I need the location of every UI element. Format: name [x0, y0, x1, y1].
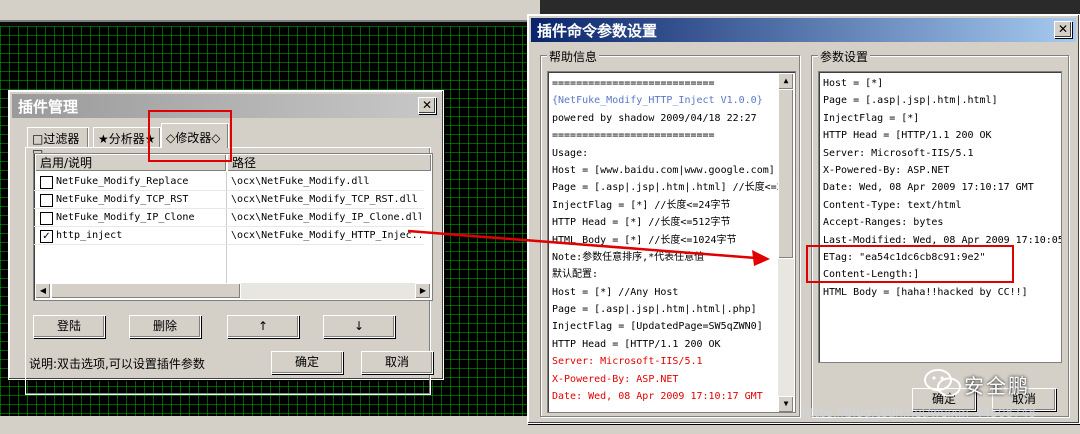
- param-line: HTTP Head = [HTTP/1.1 200 OK: [823, 130, 992, 142]
- help-line: InjectFlag = [UpdatedPage=SW5qZWN0]: [552, 321, 763, 333]
- hint-text: 说明:双击选项,可以设置插件参数: [29, 357, 205, 371]
- plugin-name: NetFuke_Modify_Replace: [56, 176, 189, 187]
- move-up-button[interactable]: ↑: [227, 315, 299, 338]
- cancel-button[interactable]: 取消: [361, 351, 433, 374]
- horizontal-scrollbar[interactable]: ◀ ▶: [35, 283, 431, 299]
- help-line: Server: Microsoft-IIS/5.1: [552, 356, 703, 368]
- help-line: Host = [www.baidu.com|www.google.com] //…: [552, 164, 796, 176]
- help-text-area[interactable]: =========================== {NetFuke_Mod…: [547, 71, 796, 413]
- help-line: {NetFuke_Modify_HTTP_Inject V1.0.0}: [552, 95, 763, 107]
- plugin-list[interactable]: 启用/说明 路径 NetFuke_Modify_Replace \ocx\Net…: [33, 153, 433, 301]
- close-button[interactable]: ✕: [418, 97, 436, 114]
- scroll-left-icon[interactable]: ◀: [35, 283, 51, 299]
- params-titlebar[interactable]: 插件命令参数设置 ✕: [531, 18, 1076, 42]
- help-line: Date: Wed, 08 Apr 2009 17:10:17 GMT: [552, 391, 763, 403]
- help-line: Note:参数任意排序,*代表任意值: [552, 251, 705, 263]
- plugin-row[interactable]: NetFuke_Modify_TCP_RST \ocx\NetFuke_Modi…: [34, 191, 424, 209]
- help-line: HTTP Head = [*] //长度<=512字节: [552, 217, 731, 229]
- help-line: X-Powered-By: ASP.NET: [552, 373, 679, 385]
- help-line: ===========================: [552, 78, 715, 89]
- help-line: Usage:: [552, 147, 589, 159]
- param-line: X-Powered-By: ASP.NET: [823, 164, 950, 176]
- plugin-params-window: 插件命令参数设置 ✕ 帮助信息 ========================…: [527, 14, 1080, 424]
- scroll-right-icon[interactable]: ▶: [415, 283, 431, 299]
- move-down-button[interactable]: ↓: [323, 315, 395, 338]
- scroll-thumb[interactable]: [778, 89, 794, 259]
- scroll-thumb[interactable]: [51, 283, 241, 299]
- plugin-name: NetFuke_Modify_TCP_RST: [56, 194, 189, 205]
- params-title: 插件命令参数设置: [537, 22, 658, 40]
- help-line: powered by shadow 2009/04/18 22:27: [552, 112, 757, 124]
- watermark-url: https://blog.csdn.net/weixin_44508748: [802, 406, 1037, 420]
- plugin-checkbox[interactable]: [40, 194, 53, 207]
- plugin-manager-title: 插件管理: [18, 98, 79, 116]
- plugin-path: \ocx\NetFuke_Modify_HTTP_Injec...: [231, 230, 421, 241]
- plugin-name: NetFuke_Modify_IP_Clone: [56, 212, 195, 223]
- help-vertical-scrollbar[interactable]: ▲ ▼: [778, 73, 794, 412]
- wechat-logo-icon: [924, 369, 961, 397]
- params-text-area[interactable]: Host = [*] Page = [.asp|.jsp|.htm|.html]…: [818, 71, 1062, 363]
- param-line: Host = [*]: [823, 78, 884, 89]
- close-button[interactable]: ✕: [1054, 21, 1072, 38]
- param-line: Page = [.asp|.jsp|.htm|.html]: [823, 95, 998, 107]
- watermark: 安全鹏 https://blog.csdn.net/weixin_4450874…: [802, 364, 1080, 430]
- scroll-down-icon[interactable]: ▼: [778, 395, 794, 412]
- plugin-row[interactable]: NetFuke_Modify_IP_Clone \ocx\NetFuke_Mod…: [34, 209, 424, 227]
- param-line: HTML Body = [haha!!hacked by CC!!]: [823, 286, 1028, 298]
- annotation-box-html-body: [806, 245, 1014, 283]
- plugin-path: \ocx\NetFuke_Modify_IP_Clone.dll: [231, 212, 421, 223]
- plugin-checkbox[interactable]: [40, 212, 53, 225]
- watermark-brand: 安全鹏: [964, 374, 1030, 398]
- help-label: 帮助信息: [547, 48, 600, 65]
- params-label: 参数设置: [818, 48, 871, 65]
- help-line: HTML Body = [*] //长度<=1024字节: [552, 234, 737, 246]
- plugin-name: http_inject: [56, 230, 123, 241]
- param-line: InjectFlag = [*]: [823, 112, 920, 124]
- plugin-path: \ocx\NetFuke_Modify.dll: [231, 176, 370, 187]
- load-button[interactable]: 登陆: [33, 315, 105, 338]
- param-line: Accept-Ranges: bytes: [823, 217, 944, 229]
- param-line: Date: Wed, 08 Apr 2009 17:10:17 GMT: [823, 182, 1034, 194]
- plugin-path: \ocx\NetFuke_Modify_TCP_RST.dll: [231, 194, 418, 205]
- tab-filter[interactable]: □过滤器□: [27, 127, 89, 161]
- param-line: Server: Microsoft-IIS/5.1: [823, 147, 974, 159]
- ok-button[interactable]: 确定: [271, 351, 343, 374]
- column-header-path[interactable]: 路径: [227, 154, 432, 172]
- help-line: InjectFlag = [*] //长度<=24字节: [552, 199, 731, 211]
- delete-button[interactable]: 删除: [129, 315, 201, 338]
- help-line: 默认配置:: [552, 269, 599, 281]
- help-line: HTTP Head = [HTTP/1.1 200 OK: [552, 338, 721, 350]
- help-line: Page = [.asp|.jsp|.htm|.html] //长度<=25: [552, 182, 789, 194]
- help-line: Page = [.asp|.jsp|.htm|.html|.php]: [552, 304, 757, 316]
- plugin-row[interactable]: NetFuke_Modify_Replace \ocx\NetFuke_Modi…: [34, 173, 424, 191]
- param-line: Content-Type: text/html: [823, 199, 962, 211]
- plugin-manager-window: 插件管理 ✕ □过滤器□ ★分析器★ ◇修改器◇ 启用/说明 路径 NetFuk…: [8, 90, 444, 395]
- plugin-checkbox-checked[interactable]: ✓: [40, 230, 53, 243]
- plugin-checkbox[interactable]: [40, 176, 53, 189]
- help-line: Host = [*] //Any Host: [552, 286, 679, 298]
- help-line: ===========================: [552, 130, 715, 142]
- plugin-row[interactable]: ✓ http_inject \ocx\NetFuke_Modify_HTTP_I…: [34, 227, 424, 245]
- tab-modifier[interactable]: ◇修改器◇: [161, 123, 229, 148]
- scroll-up-icon[interactable]: ▲: [778, 73, 794, 91]
